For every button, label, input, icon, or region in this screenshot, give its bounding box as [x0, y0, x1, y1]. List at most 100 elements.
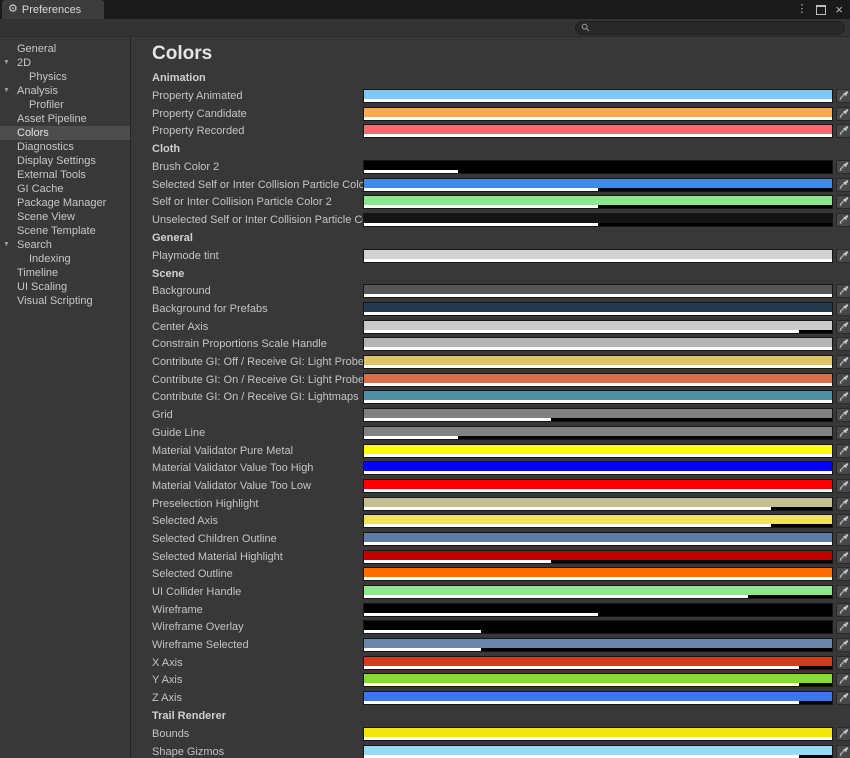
sidebar-item-analysis[interactable]: ▼Analysis	[0, 84, 130, 98]
sidebar-item-indexing[interactable]: Indexing	[0, 252, 130, 266]
color-swatch[interactable]	[363, 107, 833, 121]
eyedropper-button[interactable]	[836, 320, 850, 334]
sidebar-item-scene-template[interactable]: Scene Template	[0, 224, 130, 238]
eyedropper-button[interactable]	[836, 213, 850, 227]
color-swatch[interactable]	[363, 656, 833, 670]
color-swatch[interactable]	[363, 567, 833, 581]
eyedropper-button[interactable]	[836, 195, 850, 209]
sidebar-item-2d[interactable]: ▼2D	[0, 56, 130, 70]
eyedropper-button[interactable]	[836, 638, 850, 652]
sidebar-item-search[interactable]: ▼Search	[0, 238, 130, 252]
eyedropper-button[interactable]	[836, 656, 850, 670]
color-swatch[interactable]	[363, 620, 833, 634]
color-swatch[interactable]	[363, 603, 833, 617]
sidebar-item-display-settings[interactable]: Display Settings	[0, 154, 130, 168]
eyedropper-button[interactable]	[836, 355, 850, 369]
close-icon[interactable]: ×	[835, 3, 843, 16]
eyedropper-button[interactable]	[836, 178, 850, 192]
color-swatch[interactable]	[363, 373, 833, 387]
color-swatch[interactable]	[363, 408, 833, 422]
color-swatch[interactable]	[363, 390, 833, 404]
color-swatch[interactable]	[363, 178, 833, 192]
eyedropper-button[interactable]	[836, 337, 850, 351]
eyedropper-button[interactable]	[836, 479, 850, 493]
eyedropper-button[interactable]	[836, 727, 850, 741]
eyedropper-button[interactable]	[836, 124, 850, 138]
color-swatch[interactable]	[363, 691, 833, 705]
eyedropper-button[interactable]	[836, 567, 850, 581]
window-tab-preferences[interactable]: ⚙ Preferences	[2, 0, 104, 19]
eyedropper-button[interactable]	[836, 673, 850, 687]
kebab-menu-icon[interactable]: ⋮	[796, 4, 807, 15]
sidebar-item-physics[interactable]: Physics	[0, 70, 130, 84]
color-swatch[interactable]	[363, 249, 833, 263]
sidebar-item-package-manager[interactable]: Package Manager	[0, 196, 130, 210]
color-swatch[interactable]	[363, 320, 833, 334]
eyedropper-button[interactable]	[836, 745, 850, 758]
color-swatch[interactable]	[363, 638, 833, 652]
color-swatch[interactable]	[363, 550, 833, 564]
eyedropper-button[interactable]	[836, 603, 850, 617]
eyedropper-button[interactable]	[836, 390, 850, 404]
sidebar-item-external-tools[interactable]: External Tools	[0, 168, 130, 182]
sidebar-item-scene-view[interactable]: Scene View	[0, 210, 130, 224]
eyedropper-button[interactable]	[836, 302, 850, 316]
eyedropper-button[interactable]	[836, 514, 850, 528]
color-swatch[interactable]	[363, 444, 833, 458]
search-box[interactable]	[575, 21, 845, 35]
eyedropper-button[interactable]	[836, 585, 850, 599]
color-swatch[interactable]	[363, 745, 833, 758]
color-swatch[interactable]	[363, 426, 833, 440]
eyedropper-button[interactable]	[836, 284, 850, 298]
chevron-down-icon[interactable]: ▼	[3, 84, 10, 98]
section-header-scene: Scene	[152, 267, 850, 282]
sidebar-item-visual-scripting[interactable]: Visual Scripting	[0, 294, 130, 308]
color-swatch[interactable]	[363, 355, 833, 369]
sidebar-item-general[interactable]: General	[0, 42, 130, 56]
color-swatch[interactable]	[363, 302, 833, 316]
eyedropper-button[interactable]	[836, 408, 850, 422]
color-swatch[interactable]	[363, 160, 833, 174]
color-swatch[interactable]	[363, 89, 833, 103]
color-swatch[interactable]	[363, 461, 833, 475]
eyedropper-button[interactable]	[836, 160, 850, 174]
sidebar-item-profiler[interactable]: Profiler	[0, 98, 130, 112]
color-swatch[interactable]	[363, 673, 833, 687]
color-row-property-animated: Property Animated	[142, 87, 850, 105]
eyedropper-button[interactable]	[836, 426, 850, 440]
sidebar-item-diagnostics[interactable]: Diagnostics	[0, 140, 130, 154]
color-swatch[interactable]	[363, 497, 833, 511]
eyedropper-button[interactable]	[836, 107, 850, 121]
sidebar-item-gi-cache[interactable]: GI Cache	[0, 182, 130, 196]
eyedropper-button[interactable]	[836, 550, 850, 564]
eyedropper-button[interactable]	[836, 620, 850, 634]
eyedropper-button[interactable]	[836, 691, 850, 705]
color-swatch[interactable]	[363, 337, 833, 351]
chevron-down-icon[interactable]: ▼	[3, 56, 10, 70]
sidebar-item-asset-pipeline[interactable]: Asset Pipeline	[0, 112, 130, 126]
eyedropper-button[interactable]	[836, 497, 850, 511]
color-swatch[interactable]	[363, 514, 833, 528]
eyedropper-button[interactable]	[836, 444, 850, 458]
color-swatch[interactable]	[363, 479, 833, 493]
chevron-down-icon[interactable]: ▼	[3, 238, 10, 252]
section-header-general: General	[152, 231, 850, 246]
color-swatch[interactable]	[363, 727, 833, 741]
color-swatch[interactable]	[363, 124, 833, 138]
sidebar-item-timeline[interactable]: Timeline	[0, 266, 130, 280]
eyedropper-button[interactable]	[836, 373, 850, 387]
eyedropper-button[interactable]	[836, 532, 850, 546]
color-swatch[interactable]	[363, 532, 833, 546]
color-row-selected-material-highlight: Selected Material Highlight	[142, 548, 850, 566]
color-swatch[interactable]	[363, 195, 833, 209]
eyedropper-button[interactable]	[836, 249, 850, 263]
sidebar-item-ui-scaling[interactable]: UI Scaling	[0, 280, 130, 294]
search-input[interactable]	[594, 22, 839, 33]
color-swatch[interactable]	[363, 585, 833, 599]
color-swatch[interactable]	[363, 213, 833, 227]
eyedropper-button[interactable]	[836, 461, 850, 475]
maximize-icon[interactable]	[816, 5, 826, 15]
eyedropper-button[interactable]	[836, 89, 850, 103]
sidebar-item-colors[interactable]: Colors	[0, 126, 130, 140]
color-swatch[interactable]	[363, 284, 833, 298]
